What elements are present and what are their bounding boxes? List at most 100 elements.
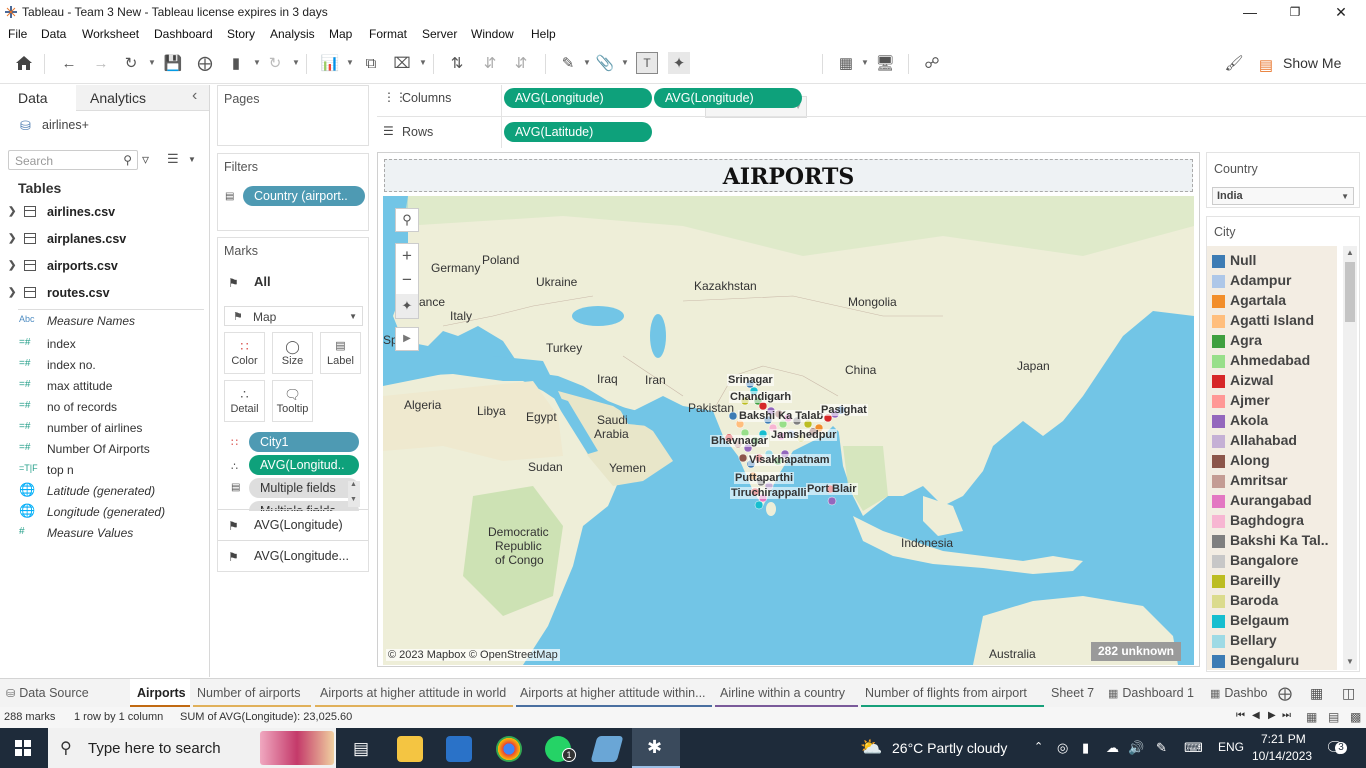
legend-item[interactable]: Baghdogra	[1212, 511, 1342, 531]
clear-sheet-icon[interactable]: ⌧	[391, 52, 413, 74]
battery-icon[interactable]: ▮	[1082, 740, 1089, 756]
tableau-taskbar-button[interactable]: ✱	[632, 728, 680, 768]
chevron-right-icon[interactable]: ❯	[8, 287, 16, 298]
map-search-icon[interactable]: ⚲	[395, 208, 419, 232]
zoom-out-icon[interactable]: −	[396, 269, 418, 293]
prev-sheet-icon[interactable]: ◀	[1252, 710, 1260, 721]
home-icon[interactable]	[13, 52, 35, 74]
show-tabs-icon[interactable]: ▤	[1328, 710, 1339, 724]
camera-icon[interactable]: ◎	[1057, 740, 1068, 756]
menu-analysis[interactable]: Analysis	[270, 27, 315, 41]
table-routes[interactable]: ❯ routes.csv	[0, 284, 205, 304]
detail-button[interactable]: ∴ Detail	[224, 380, 265, 422]
highlight-icon[interactable]: ✎	[557, 52, 579, 74]
tab-airports-higher-attitude-within[interactable]: Airports at higher attitude within...	[516, 679, 712, 708]
label-button[interactable]: ▤ Label	[320, 332, 361, 374]
country-filter-dropdown[interactable]: India ▼	[1212, 187, 1354, 205]
duplicate-sheet-icon[interactable]: ⧉	[360, 52, 382, 74]
pen-icon[interactable]: ✎	[1156, 740, 1167, 756]
columns-pill-avg-longitude-1[interactable]: AVG(Longitude)	[504, 88, 652, 108]
tab-dashboard-2[interactable]: ▦ Dashbo	[1206, 679, 1272, 708]
tab-analytics[interactable]: Analytics	[90, 90, 146, 106]
pause-updates-icon[interactable]: ▮	[225, 52, 247, 74]
color-button[interactable]: ∷ Color	[224, 332, 265, 374]
marks-layer-avg-longitude-2[interactable]: AVG(Longitude...	[254, 549, 349, 563]
minimize-button[interactable]: —	[1240, 3, 1260, 21]
group-members-icon[interactable]: 📎	[594, 52, 616, 74]
menu-story[interactable]: Story	[227, 27, 255, 41]
sort-descending-icon[interactable]: ⇵	[510, 52, 532, 74]
new-dashboard-tab-icon[interactable]: ▦	[1310, 685, 1323, 702]
close-button[interactable]: ✕	[1331, 3, 1351, 21]
show-cards-dropdown-icon[interactable]: ▼	[861, 58, 869, 67]
pages-card[interactable]: Pages	[217, 85, 369, 146]
map[interactable]: Germany Poland Ukraine Kazakhstan Mongol…	[383, 196, 1194, 665]
legend-item[interactable]: Null	[1212, 251, 1342, 271]
legend-item[interactable]: Bareilly	[1212, 571, 1342, 591]
menu-server[interactable]: Server	[422, 27, 457, 41]
marks-pill-avg-longitude[interactable]: AVG(Longitud..	[249, 455, 359, 475]
format-workbook-icon[interactable]: 🖌	[1223, 52, 1245, 74]
table-airlines[interactable]: ❯ airlines.csv	[0, 203, 205, 223]
map-attribution[interactable]: © 2023 Mapbox © OpenStreetMap	[386, 649, 560, 661]
legend-item[interactable]: Baroda	[1212, 591, 1342, 611]
next-sheet-icon[interactable]: ▶	[1268, 710, 1276, 721]
field-top-n[interactable]: =T|F top n	[0, 460, 205, 480]
mark-type-dropdown[interactable]: ⚑ Map ▼	[224, 306, 363, 326]
field-number-of-airports[interactable]: =# Number Of Airports	[0, 439, 205, 459]
size-button[interactable]: ◯ Size	[272, 332, 313, 374]
new-datasource-icon[interactable]: ⨁	[194, 52, 216, 74]
tab-data[interactable]: Data	[18, 90, 48, 106]
marks-pill-multiple-fields[interactable]: Multiple fields	[249, 478, 359, 498]
legend-item[interactable]: Adampur	[1212, 271, 1342, 291]
legend-item[interactable]: Agatti Island	[1212, 311, 1342, 331]
volume-icon[interactable]: 🔊	[1128, 740, 1144, 756]
scroll-up-icon[interactable]: ▲	[1346, 248, 1354, 257]
menu-window[interactable]: Window	[471, 27, 514, 41]
scroll-down-icon[interactable]: ▼	[1346, 657, 1354, 666]
marks-card[interactable]: Marks ⚑ All ⚑ Map ▼ ∷ Color ◯ Size ▤ Label …	[217, 237, 369, 572]
legend-item[interactable]: Agra	[1212, 331, 1342, 351]
pause-dropdown-icon[interactable]: ▼	[253, 58, 261, 67]
show-me-button[interactable]: Show Me	[1283, 55, 1341, 71]
table-airplanes[interactable]: ❯ airplanes.csv	[0, 230, 205, 250]
field-latitude-generated[interactable]: 🌐 Latitude (generated)	[0, 481, 205, 501]
tab-airports[interactable]: Airports	[130, 679, 190, 708]
fix-axes-icon[interactable]: ✦	[668, 52, 690, 74]
scroll-thumb[interactable]	[1345, 262, 1355, 322]
share-icon[interactable]: ☍	[921, 52, 943, 74]
field-longitude-generated[interactable]: 🌐 Longitude (generated)	[0, 502, 205, 522]
filters-card[interactable]: Filters ▤ Country (airport..	[217, 153, 369, 231]
scroll-down-icon[interactable]: ▼	[350, 496, 357, 503]
legend-item[interactable]: Aizwal	[1212, 371, 1342, 391]
microsoft-store-icon[interactable]	[446, 736, 472, 762]
tab-number-of-airports[interactable]: Number of airports	[193, 679, 311, 708]
field-measure-values[interactable]: # Measure Values	[0, 523, 205, 543]
marks-pill-city1[interactable]: City1	[249, 432, 359, 452]
chevron-right-icon[interactable]: ❯	[8, 260, 16, 271]
field-measure-names[interactable]: Abc Measure Names	[0, 311, 205, 331]
show-me-icon[interactable]: ▤	[1258, 54, 1274, 76]
show-cards-icon[interactable]: ▦	[835, 52, 857, 74]
legend-item[interactable]: Bengaluru	[1212, 651, 1342, 671]
clock-time[interactable]: 7:21 PM	[1261, 732, 1306, 746]
refresh-icon[interactable]: ↻	[264, 52, 286, 74]
weather-text[interactable]: 26°C Partly cloudy	[892, 740, 1007, 756]
last-sheet-icon[interactable]: ⏭	[1282, 710, 1291, 721]
tab-airports-higher-attitude-world[interactable]: Airports at higher attitude in world	[315, 679, 513, 708]
collapse-pane-icon[interactable]: ‹	[192, 87, 197, 105]
columns-pill-avg-longitude-2[interactable]: AVG(Longitude)	[654, 88, 802, 108]
legend-item[interactable]: Belgaum	[1212, 611, 1342, 631]
legend-item[interactable]: Ajmer	[1212, 391, 1342, 411]
field-index-no[interactable]: =# index no.	[0, 355, 205, 375]
zoom-in-icon[interactable]: +	[396, 244, 418, 268]
tab-sheet-7[interactable]: Sheet 7	[1047, 679, 1103, 708]
chevron-right-icon[interactable]: ❯	[8, 206, 16, 217]
refresh-dropdown-icon[interactable]: ▼	[292, 58, 300, 67]
tab-number-of-flights[interactable]: Number of flights from airport	[861, 679, 1044, 708]
menu-dashboard[interactable]: Dashboard	[154, 27, 213, 41]
view-options-icon[interactable]: ☰	[167, 151, 179, 167]
filter-pill-country[interactable]: Country (airport..	[243, 186, 365, 206]
show-sheet-sorter-icon[interactable]: ▩	[1350, 710, 1361, 724]
legend-item[interactable]: Amritsar	[1212, 471, 1342, 491]
